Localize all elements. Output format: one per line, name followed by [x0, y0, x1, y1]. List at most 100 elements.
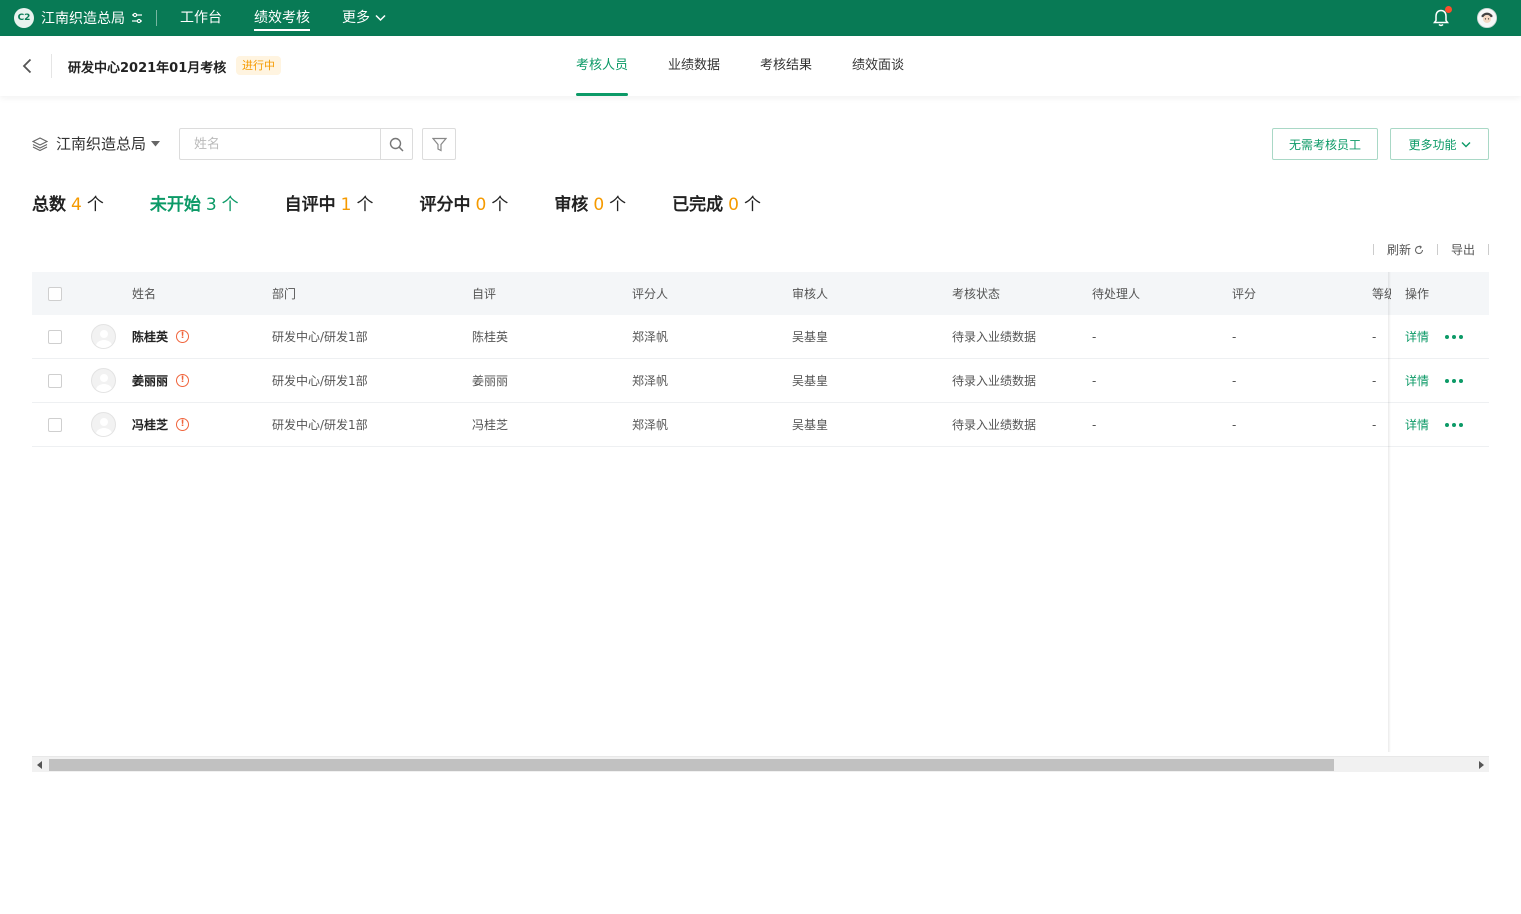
- stat-value: 0: [593, 195, 605, 215]
- tab-results[interactable]: 考核结果: [760, 36, 812, 96]
- nav-item-performance[interactable]: 绩效考核: [254, 0, 310, 36]
- dept-cell: 研发中心/研发1部: [272, 330, 368, 344]
- stat-total[interactable]: 总数 4 个: [32, 190, 104, 215]
- actions-cell: 详情: [1391, 315, 1489, 358]
- tab-interview[interactable]: 绩效面谈: [852, 36, 904, 96]
- warning-icon[interactable]: !: [176, 374, 190, 387]
- table-row[interactable]: 冯桂芝 ! 研发中心/研发1部 冯桂芝 郑泽帆 吴基皇 待录入业绩数据 - - …: [32, 403, 1489, 447]
- row-checkbox[interactable]: [48, 373, 62, 388]
- row-select-cell: [48, 403, 62, 446]
- scrollbar-thumb[interactable]: [49, 759, 1334, 771]
- stat-unit: 个: [743, 195, 761, 215]
- stat-unit: 个: [609, 195, 627, 215]
- stat-completed[interactable]: 已完成 0 个: [672, 190, 761, 215]
- stat-value: 3: [205, 195, 217, 215]
- stat-label: 评分中: [419, 195, 471, 215]
- more-dots-icon[interactable]: [1445, 378, 1466, 383]
- org-selector[interactable]: 江南织造总局: [32, 133, 161, 154]
- name-cell: 冯桂芝 !: [132, 403, 190, 446]
- no-exam-employees-label: 无需考核员工: [1288, 137, 1361, 152]
- more-functions-button[interactable]: 更多功能: [1390, 128, 1489, 160]
- employee-name[interactable]: 陈桂英: [132, 328, 168, 345]
- more-dots-icon[interactable]: [1445, 422, 1466, 427]
- score-cell: -: [1232, 417, 1237, 432]
- self-cell: 冯桂芝: [472, 418, 509, 432]
- tab-performance-data[interactable]: 业绩数据: [668, 36, 720, 96]
- divider: [1488, 244, 1489, 255]
- stat-unit: 个: [221, 195, 239, 215]
- user-avatar[interactable]: [1477, 8, 1497, 28]
- detail-link[interactable]: 详情: [1405, 416, 1429, 433]
- self-cell: 姜丽丽: [472, 374, 509, 388]
- brand-logo: C2: [14, 8, 34, 28]
- refresh-button[interactable]: 刷新: [1387, 241, 1424, 258]
- col-reviewer[interactable]: 审核人: [792, 272, 828, 315]
- status-cell: 待录入业绩数据: [952, 418, 1037, 432]
- col-score[interactable]: 评分: [1232, 272, 1256, 315]
- brand[interactable]: C2 江南织造总局: [14, 8, 144, 28]
- search-button[interactable]: [380, 129, 412, 159]
- reviewer-cell: 吴基皇: [792, 330, 829, 344]
- filter-button[interactable]: [422, 128, 456, 160]
- divider: [1372, 244, 1374, 255]
- nav-divider: [156, 10, 157, 26]
- tab-bar: 考核人员 业绩数据 考核结果 绩效面谈: [576, 36, 944, 96]
- scroll-left-arrow[interactable]: [32, 757, 48, 773]
- col-actions: 操作: [1391, 272, 1489, 315]
- stat-unit: 个: [356, 195, 374, 215]
- stat-value: 4: [71, 195, 82, 215]
- refresh-icon: [1414, 244, 1424, 254]
- col-rater[interactable]: 评分人: [632, 272, 668, 315]
- row-checkbox[interactable]: [48, 329, 62, 344]
- name-cell: 姜丽丽 !: [132, 359, 190, 402]
- stat-scoring[interactable]: 评分中 0 个: [419, 190, 508, 215]
- warning-icon[interactable]: !: [176, 330, 190, 343]
- horizontal-scrollbar[interactable]: [32, 756, 1489, 772]
- switch-org-icon[interactable]: [130, 11, 144, 25]
- table-row[interactable]: 陈桂英 ! 研发中心/研发1部 陈桂英 郑泽帆 吴基皇 待录入业绩数据 - - …: [32, 315, 1489, 359]
- page-header: 研发中心2021年01月考核 进行中 考核人员 业绩数据 考核结果 绩效面谈: [0, 36, 1521, 96]
- no-exam-employees-button[interactable]: 无需考核员工: [1272, 128, 1378, 160]
- stat-label: 已完成: [672, 195, 724, 215]
- grade-cell: -: [1372, 373, 1377, 388]
- nav-item-workbench[interactable]: 工作台: [180, 0, 222, 36]
- reviewer-cell: 吴基皇: [792, 374, 829, 388]
- stat-reviewing[interactable]: 审核 0 个: [554, 190, 626, 215]
- handler-cell: -: [1092, 329, 1097, 344]
- header-divider: [51, 54, 52, 78]
- back-button[interactable]: [16, 54, 38, 78]
- employee-name[interactable]: 姜丽丽: [132, 372, 168, 389]
- grade-cell: -: [1372, 417, 1377, 432]
- employee-name[interactable]: 冯桂芝: [132, 416, 168, 433]
- scroll-right-arrow[interactable]: [1473, 757, 1489, 773]
- col-name[interactable]: 姓名: [132, 272, 156, 315]
- search-input[interactable]: [180, 129, 380, 159]
- detail-link[interactable]: 详情: [1405, 328, 1429, 345]
- col-actions-label: 操作: [1405, 287, 1430, 301]
- nav-item-more[interactable]: 更多: [342, 0, 386, 36]
- notification-dot: [1445, 6, 1452, 13]
- notification-button[interactable]: [1431, 6, 1452, 28]
- search-box: [179, 128, 413, 160]
- more-functions-label: 更多功能: [1408, 137, 1457, 152]
- export-button[interactable]: 导出: [1451, 241, 1475, 258]
- avatar: [91, 412, 116, 437]
- warning-icon[interactable]: !: [176, 418, 190, 431]
- detail-link[interactable]: 详情: [1405, 372, 1429, 389]
- stat-self-evaluating[interactable]: 自评中 1 个: [285, 190, 374, 215]
- avatar-cell: [91, 359, 116, 402]
- tab-members[interactable]: 考核人员: [576, 36, 629, 96]
- col-self[interactable]: 自评: [472, 272, 496, 315]
- more-dots-icon[interactable]: [1445, 334, 1466, 339]
- handler-cell: -: [1092, 373, 1097, 388]
- stat-not-started[interactable]: 未开始 3 个: [150, 190, 239, 215]
- status-summary: 总数 4 个 未开始 3 个 自评中 1 个 评分中 0 个 审核 0 个 已完…: [32, 190, 761, 215]
- col-dept[interactable]: 部门: [272, 272, 296, 315]
- select-all-cell: [48, 272, 62, 315]
- row-checkbox[interactable]: [48, 417, 62, 432]
- col-handler[interactable]: 待处理人: [1092, 272, 1140, 315]
- select-all-checkbox[interactable]: [48, 286, 62, 301]
- nav-item-label: 绩效考核: [254, 10, 310, 26]
- table-row[interactable]: 姜丽丽 ! 研发中心/研发1部 姜丽丽 郑泽帆 吴基皇 待录入业绩数据 - - …: [32, 359, 1489, 403]
- col-status[interactable]: 考核状态: [952, 272, 1000, 315]
